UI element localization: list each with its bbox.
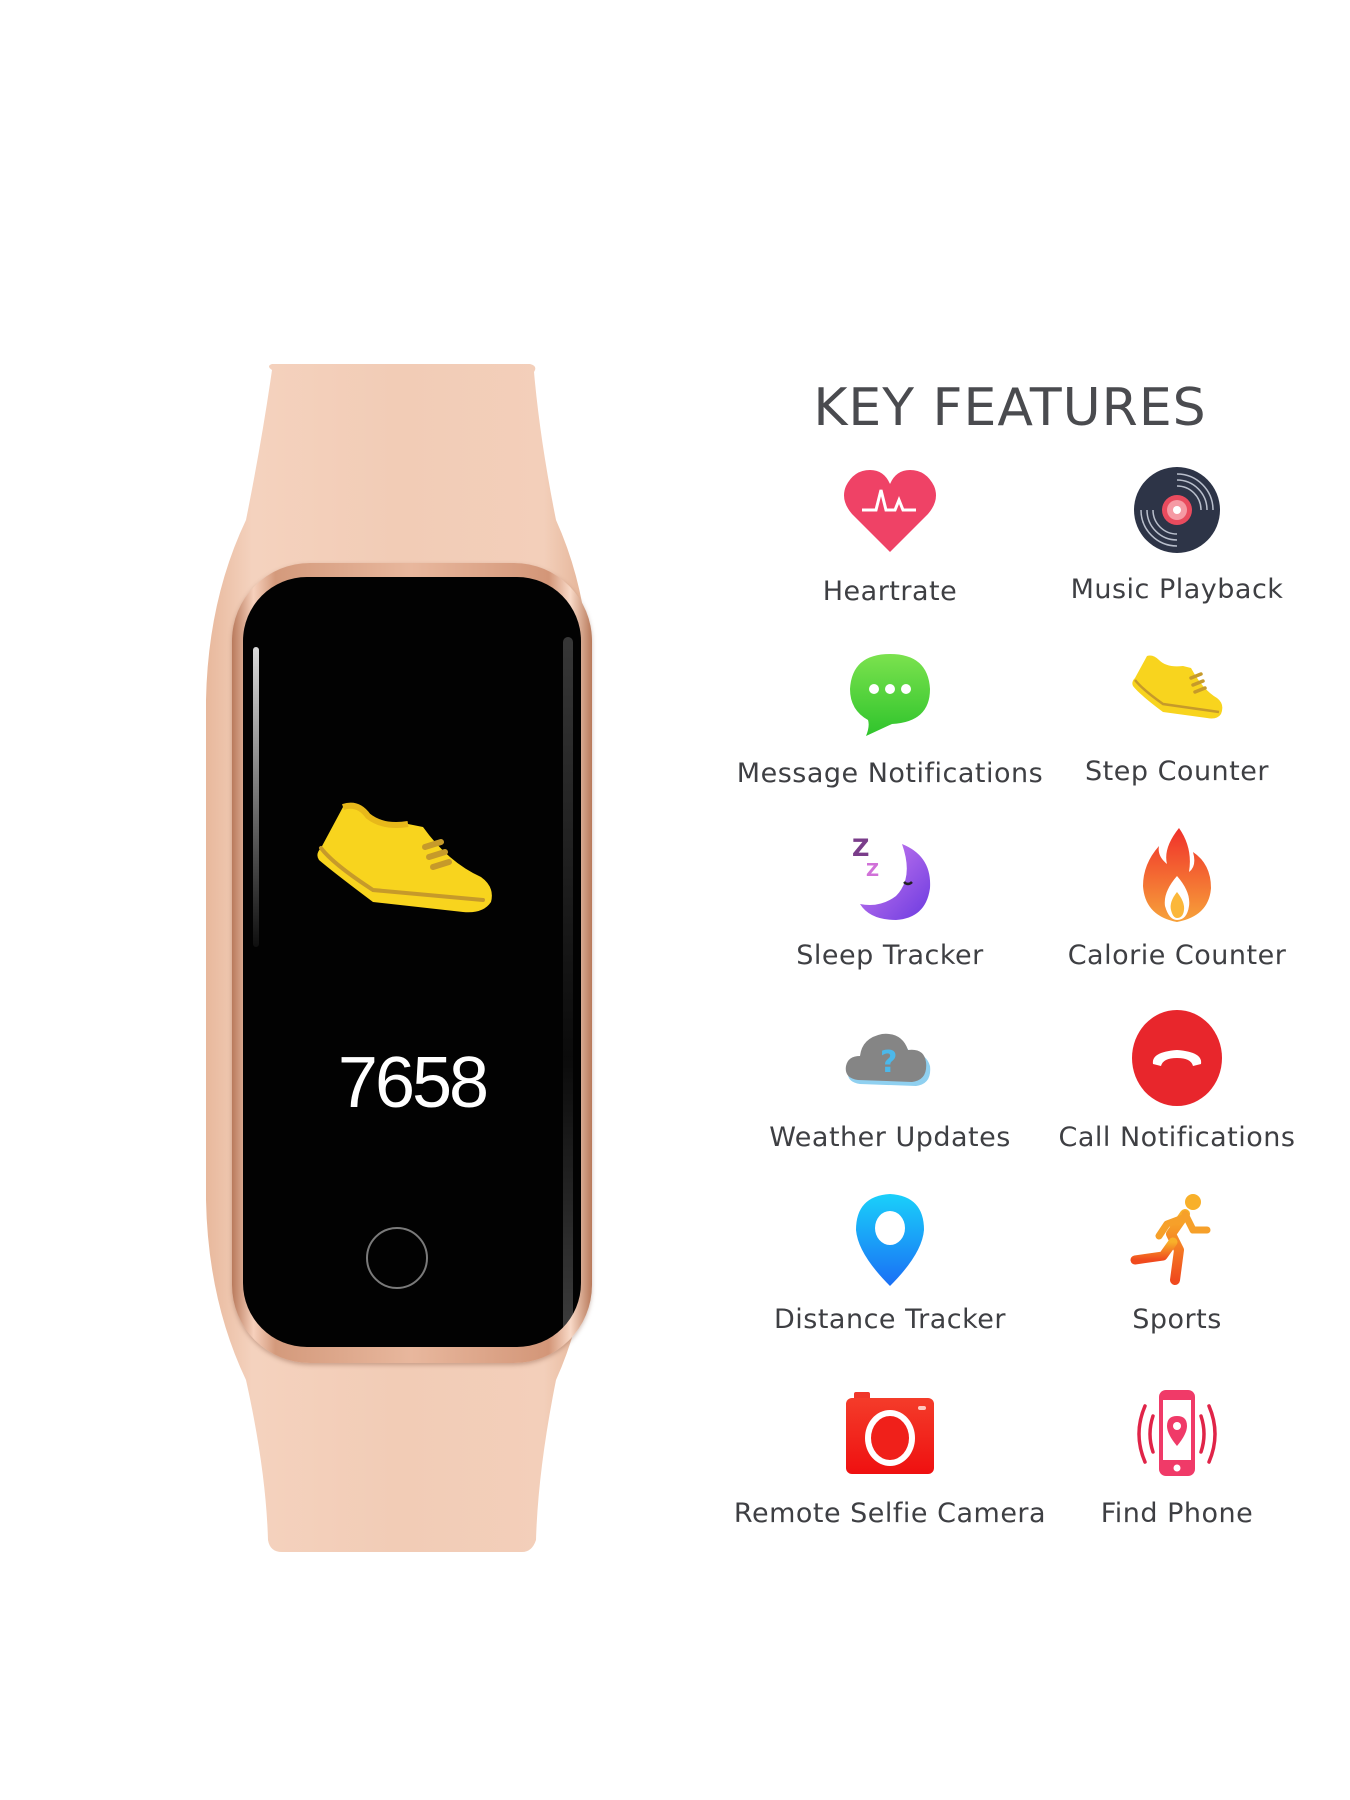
feature-label: Weather Updates (769, 1122, 1011, 1153)
camera-icon (846, 1392, 934, 1474)
feature-label: Remote Selfie Camera (733, 1498, 1047, 1529)
feature-label: Call Notifications (1058, 1122, 1296, 1153)
svg-text:?: ? (880, 1045, 897, 1080)
find-phone-icon (1137, 1390, 1217, 1476)
heart-rate-icon (844, 470, 936, 552)
key-features-panel: KEY FEATURES Heartrate Music Playback Me… (700, 0, 1350, 1800)
svg-text:Z: Z (852, 834, 869, 862)
feature-label: Sports (1132, 1304, 1222, 1335)
feature-heartrate: Heartrate (730, 462, 1050, 607)
watch-screen[interactable]: 7658 (243, 577, 581, 1347)
feature-label: Sleep Tracker (796, 940, 984, 971)
running-person-icon (1130, 1194, 1211, 1285)
feature-sports: Sports (1017, 1190, 1337, 1335)
feature-sleep-tracker: Z Z Sleep Tracker (730, 826, 1050, 971)
screen-glare (253, 647, 259, 947)
shoe-icon (317, 802, 492, 913)
cloud-question-icon: ? (845, 1033, 931, 1086)
feature-weather-updates: ? Weather Updates (730, 1008, 1050, 1153)
svg-text:Z: Z (866, 860, 879, 881)
feature-call-notifications: Call Notifications (1017, 1008, 1337, 1153)
location-pin-icon (856, 1194, 924, 1286)
phone-hangup-icon (1132, 1010, 1222, 1106)
feature-calorie-counter: Calorie Counter (1017, 826, 1337, 971)
page-title: KEY FEATURES (813, 378, 1207, 438)
sleeping-moon-icon: Z Z (852, 834, 931, 920)
home-button[interactable] (366, 1227, 428, 1289)
flame-icon (1143, 828, 1211, 922)
feature-label: Calorie Counter (1067, 940, 1287, 971)
feature-label: Step Counter (1085, 756, 1269, 787)
feature-label: Music Playback (1070, 574, 1284, 605)
step-count: 7658 (337, 1043, 489, 1123)
screen-glare (563, 637, 573, 1337)
feature-remote-selfie-camera: Remote Selfie Camera (730, 1384, 1050, 1529)
fitness-band-image: 7658 (0, 0, 700, 1800)
shoe-icon (1132, 655, 1223, 719)
feature-distance-tracker: Distance Tracker (730, 1190, 1050, 1335)
feature-label: Distance Tracker (773, 1304, 1007, 1335)
chat-bubble-icon (850, 654, 930, 736)
feature-label: Find Phone (1100, 1498, 1254, 1529)
feature-step-counter: Step Counter (1017, 642, 1337, 787)
feature-label: Message Notifications (736, 758, 1044, 789)
feature-label: Heartrate (822, 576, 958, 607)
feature-message-notifications: Message Notifications (730, 644, 1050, 789)
feature-music-playback: Music Playback (1017, 460, 1337, 605)
vinyl-record-icon (1134, 467, 1220, 553)
feature-find-phone: Find Phone (1017, 1384, 1337, 1529)
